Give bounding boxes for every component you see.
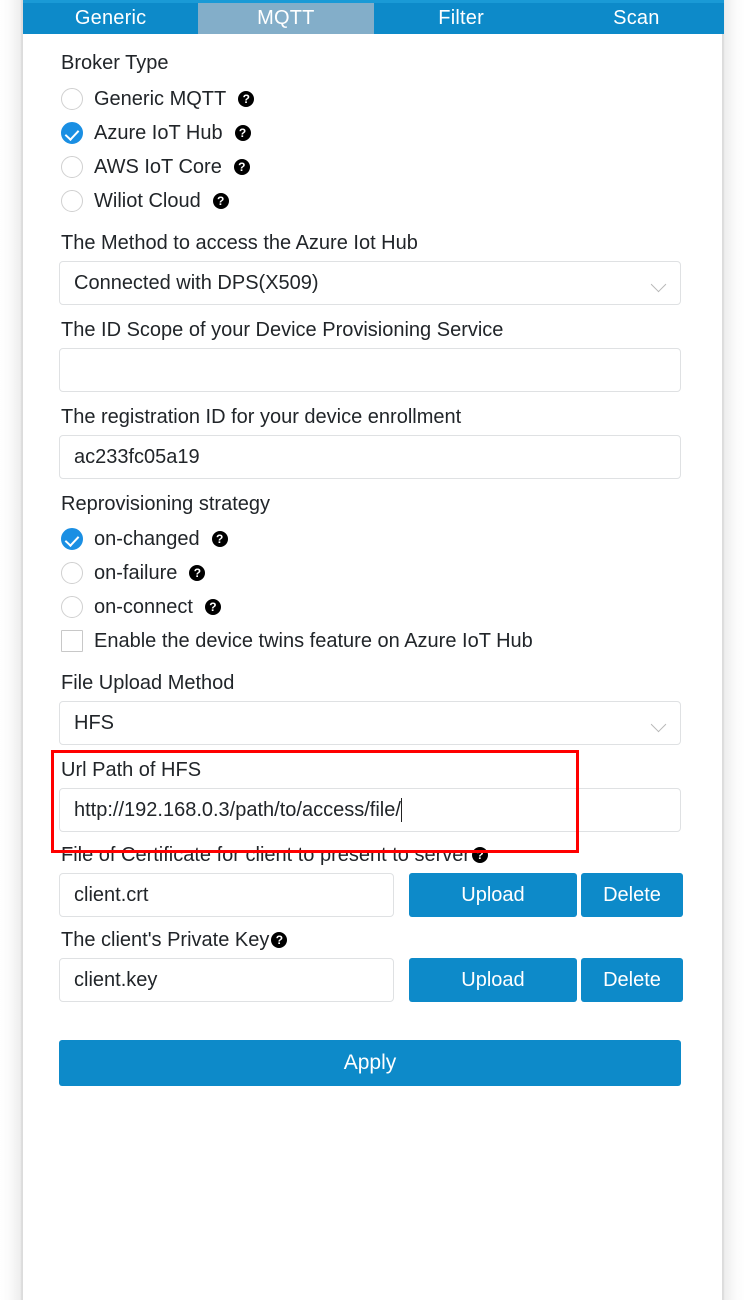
tab-generic[interactable]: Generic <box>23 3 199 34</box>
url-path-input[interactable]: http://192.168.0.3/path/to/access/file/ <box>59 788 681 832</box>
radio-wiliot-cloud[interactable] <box>61 190 83 212</box>
radio-on-connect[interactable] <box>61 596 83 618</box>
private-key-input[interactable] <box>59 958 394 1002</box>
private-key-upload-button[interactable]: Upload <box>409 958 577 1002</box>
private-key-label-text: The client's Private Key <box>61 929 270 951</box>
help-icon-private-key[interactable]: ? <box>271 932 288 948</box>
radio-azure-iot-hub[interactable] <box>61 122 83 144</box>
access-method-value: Connected with DPS(X509) <box>74 271 319 294</box>
tab-mqtt[interactable]: MQTT <box>198 3 374 34</box>
page-gutter-right <box>723 0 745 1300</box>
broker-option-generic-mqtt-label: Generic MQTT <box>94 88 227 110</box>
url-path-label: Url Path of HFS <box>61 759 202 781</box>
apply-button[interactable]: Apply <box>59 1040 681 1086</box>
tab-scan-label: Scan <box>613 7 660 29</box>
registration-id-input[interactable] <box>59 435 681 479</box>
private-key-row: Upload Delete <box>59 958 686 1002</box>
settings-panel: Generic MQTT Filter Scan Broker Type Gen… <box>22 0 724 1300</box>
tab-generic-label: Generic <box>74 7 147 29</box>
tab-bar: Generic MQTT Filter Scan <box>23 0 724 34</box>
tab-scan[interactable]: Scan <box>548 3 724 34</box>
mqtt-settings-form: Broker Type Generic MQTT ? Azure IoT Hub… <box>23 34 722 1086</box>
radio-on-changed[interactable] <box>61 528 83 550</box>
broker-option-wiliot-cloud[interactable]: Wiliot Cloud ? <box>61 184 686 218</box>
private-key-delete-button[interactable]: Delete <box>581 958 683 1002</box>
broker-option-aws-iot-core-label: AWS IoT Core <box>94 156 222 178</box>
access-method-label: The Method to access the Azure Iot Hub <box>61 232 418 254</box>
url-path-value: http://192.168.0.3/path/to/access/file/ <box>74 798 401 821</box>
help-icon-aws-iot-core[interactable]: ? <box>233 159 250 175</box>
private-key-label: The client's Private Key ? <box>61 925 686 955</box>
reprovisioning-option-on-connect-label: on-connect <box>94 596 193 618</box>
broker-option-azure-iot-hub-label: Azure IoT Hub <box>94 122 223 144</box>
reprovisioning-option-on-connect[interactable]: on-connect ? <box>61 590 686 624</box>
registration-id-label: The registration ID for your device enro… <box>61 406 462 428</box>
text-caret <box>400 798 402 822</box>
tab-filter[interactable]: Filter <box>373 3 549 34</box>
access-method-select[interactable]: Connected with DPS(X509) <box>59 261 681 305</box>
checkbox-device-twins[interactable] <box>61 630 83 652</box>
tab-filter-label: Filter <box>438 7 484 29</box>
client-certificate-upload-button[interactable]: Upload <box>409 873 577 917</box>
help-icon-wiliot-cloud[interactable]: ? <box>212 193 229 209</box>
radio-generic-mqtt[interactable] <box>61 88 83 110</box>
reprovisioning-strategy-label: Reprovisioning strategy <box>61 493 270 515</box>
broker-option-azure-iot-hub[interactable]: Azure IoT Hub ? <box>61 116 686 150</box>
id-scope-label: The ID Scope of your Device Provisioning… <box>61 319 504 341</box>
broker-type-label: Broker Type <box>61 52 169 74</box>
device-twins-checkbox-row[interactable]: Enable the device twins feature on Azure… <box>61 624 686 658</box>
device-twins-label: Enable the device twins feature on Azure… <box>94 630 533 652</box>
help-icon-client-certificate[interactable]: ? <box>472 847 489 863</box>
client-certificate-label: File of Certificate for client to presen… <box>61 840 686 870</box>
id-scope-input[interactable] <box>59 348 681 392</box>
tab-mqtt-label: MQTT <box>257 7 315 29</box>
client-certificate-row: Upload Delete <box>59 873 686 917</box>
help-icon-azure-iot-hub[interactable]: ? <box>234 125 251 141</box>
reprovisioning-option-on-changed[interactable]: on-changed ? <box>61 522 686 556</box>
url-path-section: Url Path of HFS http://192.168.0.3/path/… <box>51 750 686 853</box>
broker-option-generic-mqtt[interactable]: Generic MQTT ? <box>61 82 686 116</box>
chevron-down-icon-access-method <box>650 276 667 293</box>
broker-option-aws-iot-core[interactable]: AWS IoT Core ? <box>61 150 686 184</box>
help-icon-on-changed[interactable]: ? <box>211 531 228 547</box>
reprovisioning-option-on-failure-label: on-failure <box>94 562 178 584</box>
page-gutter-left <box>0 0 22 1300</box>
broker-option-wiliot-cloud-label: Wiliot Cloud <box>94 190 201 212</box>
client-certificate-input[interactable] <box>59 873 394 917</box>
file-upload-method-label: File Upload Method <box>61 672 235 694</box>
chevron-down-icon-file-upload <box>650 716 667 733</box>
client-certificate-delete-button[interactable]: Delete <box>581 873 683 917</box>
file-upload-method-select[interactable]: HFS <box>59 701 681 745</box>
settings-page: Generic MQTT Filter Scan Broker Type Gen… <box>0 0 745 1300</box>
reprovisioning-option-on-changed-label: on-changed <box>94 528 200 550</box>
help-icon-on-connect[interactable]: ? <box>204 599 221 615</box>
radio-on-failure[interactable] <box>61 562 83 584</box>
reprovisioning-option-on-failure[interactable]: on-failure ? <box>61 556 686 590</box>
help-icon-generic-mqtt[interactable]: ? <box>238 91 255 107</box>
help-icon-on-failure[interactable]: ? <box>189 565 206 581</box>
file-upload-method-value: HFS <box>74 711 114 734</box>
radio-aws-iot-core[interactable] <box>61 156 83 178</box>
client-certificate-label-text: File of Certificate for client to presen… <box>61 844 471 866</box>
